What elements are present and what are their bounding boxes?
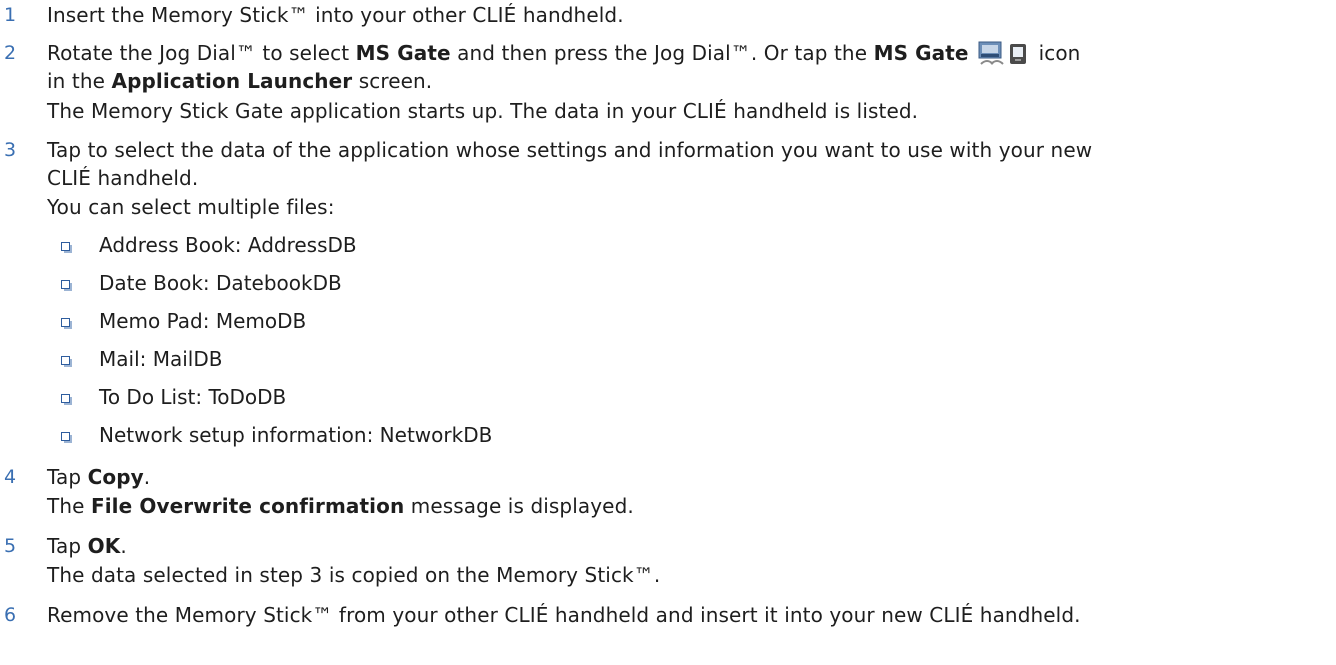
step-text: Tap Copy. bbox=[47, 465, 151, 489]
step-text: CLIÉ handheld. bbox=[47, 166, 199, 190]
checkbox-bullet-icon bbox=[61, 242, 72, 253]
step-number: 5 bbox=[4, 535, 17, 557]
list-item: Date Book: DatebookDB bbox=[99, 271, 342, 295]
ui-term: Copy bbox=[87, 465, 144, 489]
step-result: The data selected in step 3 is copied on… bbox=[47, 563, 661, 587]
checkbox-bullet-icon bbox=[61, 280, 72, 291]
ui-term: MS Gate bbox=[873, 41, 969, 65]
step-text: Tap to select the data of the applicatio… bbox=[47, 138, 1093, 162]
list-item: Address Book: AddressDB bbox=[99, 233, 357, 257]
step-number: 1 bbox=[4, 4, 17, 26]
step-number: 6 bbox=[4, 604, 17, 626]
ui-term: OK bbox=[87, 534, 121, 558]
ui-term: Application Launcher bbox=[111, 69, 353, 93]
step-text: Tap OK. bbox=[47, 534, 127, 558]
step-text: Remove the Memory Stick™ from your other… bbox=[47, 603, 1081, 627]
ui-term: MS Gate bbox=[355, 41, 451, 65]
step-text: You can select multiple files: bbox=[47, 195, 335, 219]
step-result: The File Overwrite confirmation message … bbox=[47, 494, 634, 518]
instruction-list: 1 Insert the Memory Stick™ into your oth… bbox=[0, 0, 1336, 665]
list-item: Mail: MailDB bbox=[99, 347, 223, 371]
step-text: in the Application Launcher screen. bbox=[47, 69, 433, 93]
checkbox-bullet-icon bbox=[61, 318, 72, 329]
list-item: Memo Pad: MemoDB bbox=[99, 309, 307, 333]
step-number: 2 bbox=[4, 42, 17, 64]
checkbox-bullet-icon bbox=[61, 356, 72, 367]
ui-term: File Overwrite confirmation bbox=[90, 494, 405, 518]
step-text: Insert the Memory Stick™ into your other… bbox=[47, 3, 624, 27]
step-result: The Memory Stick Gate application starts… bbox=[47, 99, 919, 123]
list-item: To Do List: ToDoDB bbox=[99, 385, 287, 409]
checkbox-bullet-icon bbox=[61, 432, 72, 443]
step-number: 3 bbox=[4, 139, 17, 161]
checkbox-bullet-icon bbox=[61, 394, 72, 405]
list-item: Network setup information: NetworkDB bbox=[99, 423, 493, 447]
step-number: 4 bbox=[4, 466, 17, 488]
